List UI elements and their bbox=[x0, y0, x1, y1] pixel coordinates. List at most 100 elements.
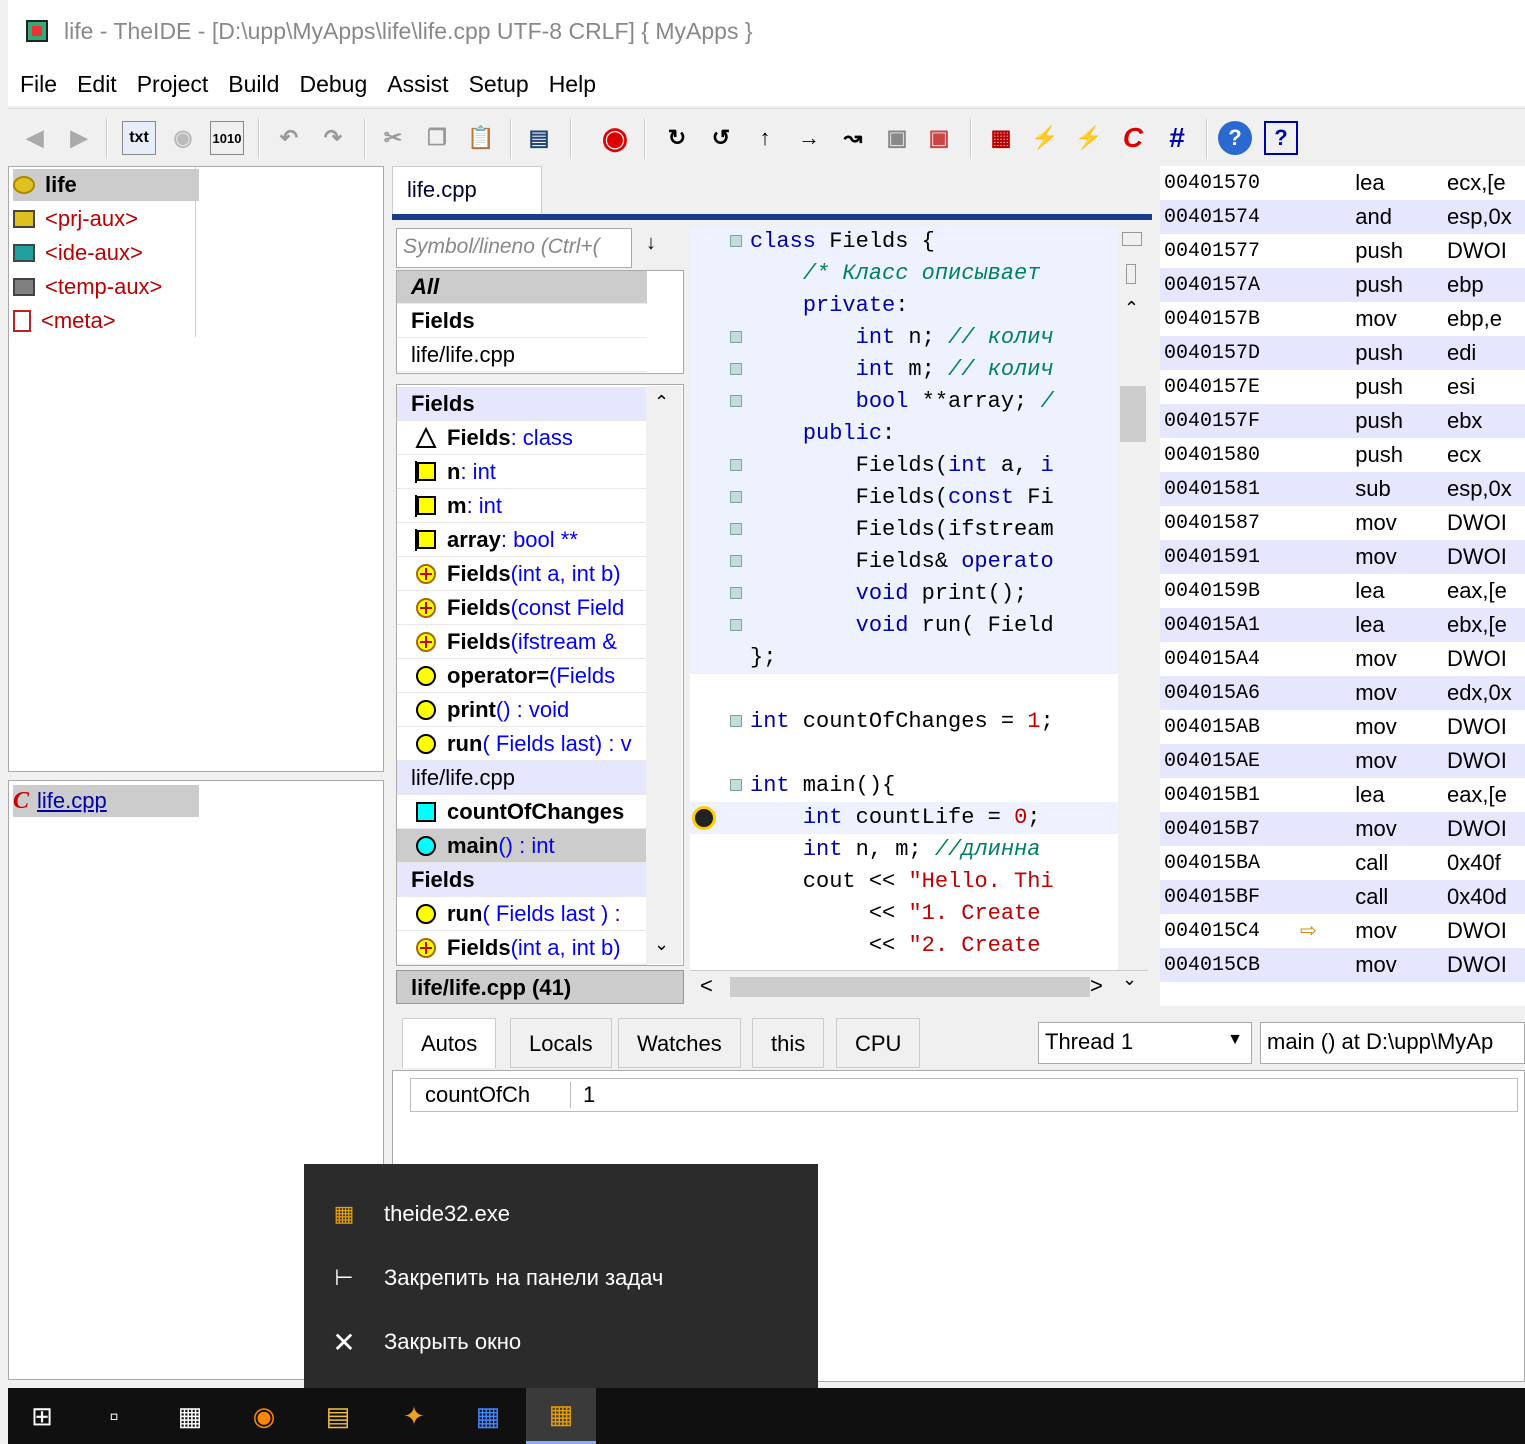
app-bird-icon[interactable]: ✦ bbox=[394, 1396, 434, 1436]
tab-cpu[interactable]: CPU bbox=[836, 1018, 921, 1068]
code-line[interactable]: public: bbox=[690, 418, 1118, 450]
disasm-row[interactable]: 004015BF call 0x40d bbox=[1160, 880, 1525, 914]
package-item-life[interactable]: life bbox=[13, 169, 199, 201]
back-icon[interactable]: ◀ bbox=[18, 121, 52, 155]
disasm-row[interactable]: 004015A6 mov edx,0x bbox=[1160, 676, 1525, 710]
package-item-prj-aux[interactable]: <prj-aux> bbox=[13, 203, 138, 235]
code-line[interactable]: int m; // колич bbox=[690, 354, 1118, 386]
code-line[interactable]: int countLife = 0; bbox=[690, 802, 1118, 834]
paste-icon[interactable]: 📋 bbox=[464, 121, 498, 155]
member-group-header[interactable]: Fields bbox=[397, 387, 647, 421]
fold-marker[interactable] bbox=[730, 555, 742, 567]
member-file-header[interactable]: life/life.cpp bbox=[397, 761, 647, 795]
fold-marker[interactable] bbox=[730, 235, 742, 247]
menu-setup[interactable]: Setup bbox=[469, 71, 529, 98]
fold-marker[interactable] bbox=[730, 587, 742, 599]
disasm-row[interactable]: 00401591 mov DWOI bbox=[1160, 540, 1525, 574]
scroll-up-icon[interactable]: ⌃ bbox=[654, 392, 669, 413]
fold-marker[interactable] bbox=[730, 523, 742, 535]
member-item[interactable]: m : int bbox=[397, 489, 647, 523]
disassembly-view[interactable]: 00401570 lea ecx,[e 00401574 and esp,0x 004015… bbox=[1160, 166, 1525, 1006]
code-line[interactable]: Fields(ifstream bbox=[690, 514, 1118, 546]
fold-marker[interactable] bbox=[730, 459, 742, 471]
scroll-thumb[interactable] bbox=[730, 977, 1090, 997]
fold-marker[interactable] bbox=[730, 395, 742, 407]
member-scrollbar[interactable]: ⌃ ⌄ bbox=[646, 386, 682, 964]
menu-build[interactable]: Build bbox=[228, 71, 279, 98]
fold-marker[interactable] bbox=[730, 363, 742, 375]
tab-this[interactable]: this bbox=[752, 1018, 825, 1068]
menu-item-close[interactable]: ✕ Закрыть окно bbox=[328, 1322, 521, 1362]
code-line[interactable]: void print(); bbox=[690, 578, 1118, 610]
fold-marker[interactable] bbox=[730, 491, 742, 503]
disasm-row[interactable]: 004015C4 ⇨ mov DWOI bbox=[1160, 914, 1525, 948]
book-icon[interactable]: ▦ bbox=[468, 1396, 508, 1436]
fold-marker[interactable] bbox=[730, 331, 742, 343]
menu-item-app[interactable]: ▦ theide32.exe bbox=[328, 1194, 510, 1234]
member-item[interactable]: Fields : class bbox=[397, 421, 647, 455]
code-line[interactable]: cout << "Hello. Thi bbox=[690, 866, 1118, 898]
document-icon[interactable]: ▤ bbox=[522, 121, 556, 155]
code-line[interactable]: }; bbox=[690, 642, 1118, 674]
lightning-icon[interactable]: ⚡ bbox=[1028, 121, 1062, 155]
member-item[interactable]: n : int bbox=[397, 455, 647, 489]
code-line[interactable]: int n; // колич bbox=[690, 322, 1118, 354]
disasm-row[interactable]: 004015CB mov DWOI bbox=[1160, 948, 1525, 982]
code-line[interactable]: bool **array; / bbox=[690, 386, 1118, 418]
set-ip-icon[interactable]: ↝ bbox=[836, 121, 870, 155]
code-editor[interactable]: class Fields { /* Класс описывает privat… bbox=[690, 226, 1118, 970]
disasm-row[interactable]: 0040157D push edi bbox=[1160, 336, 1525, 370]
symbol-search-input[interactable]: Symbol/lineno (Ctrl+( bbox=[396, 228, 632, 268]
disasm-row[interactable]: 00401574 and esp,0x bbox=[1160, 200, 1525, 234]
menu-help[interactable]: Help bbox=[549, 71, 596, 98]
code-line[interactable]: int n, m; //длинна bbox=[690, 834, 1118, 866]
code-line[interactable]: /* Класс описывает bbox=[690, 258, 1118, 290]
menu-file[interactable]: File bbox=[20, 71, 57, 98]
breakpoint-icon[interactable]: ▣ bbox=[880, 121, 914, 155]
scope-item-fields[interactable]: Fields bbox=[397, 305, 647, 338]
fold-marker[interactable] bbox=[730, 715, 742, 727]
code-line[interactable]: class Fields { bbox=[690, 226, 1118, 258]
fold-marker[interactable] bbox=[730, 619, 742, 631]
c-icon[interactable]: C bbox=[1116, 121, 1150, 155]
frame-select[interactable]: main () at D:\upp\MyAp bbox=[1260, 1022, 1525, 1064]
help-circle-icon[interactable]: ? bbox=[1218, 121, 1252, 155]
menu-edit[interactable]: Edit bbox=[77, 71, 117, 98]
step-into-icon[interactable]: ↺ bbox=[704, 121, 738, 155]
member-item[interactable]: Fields (int a, int b) bbox=[397, 557, 647, 591]
package-item-ide-aux[interactable]: <ide-aux> bbox=[13, 237, 143, 269]
tab-watches[interactable]: Watches bbox=[618, 1018, 741, 1068]
scroll-thumb[interactable] bbox=[1120, 386, 1146, 442]
member-item[interactable]: run( Fields last ) : bbox=[397, 897, 647, 931]
file-item-life-cpp[interactable]: C life.cpp bbox=[13, 785, 199, 817]
clear-breakpoints-icon[interactable]: ▣ bbox=[922, 121, 956, 155]
disasm-row[interactable]: 0040157B mov ebp,e bbox=[1160, 302, 1525, 336]
member-item[interactable]: operator= (Fields bbox=[397, 659, 647, 693]
member-group-header[interactable]: Fields bbox=[397, 863, 647, 897]
disasm-row[interactable]: 004015A4 mov DWOI bbox=[1160, 642, 1525, 676]
variable-row[interactable]: countOfCh 1 bbox=[410, 1078, 1518, 1112]
package-item-temp-aux[interactable]: <temp-aux> bbox=[13, 271, 162, 303]
cut-icon[interactable]: ✂ bbox=[376, 121, 410, 155]
split-icon[interactable] bbox=[1122, 232, 1142, 246]
disasm-row[interactable]: 0040157F push ebx bbox=[1160, 404, 1525, 438]
forward-icon[interactable]: ▶ bbox=[62, 121, 96, 155]
code-line[interactable]: int main(){ bbox=[690, 770, 1118, 802]
member-item[interactable]: Fields (ifstream & bbox=[397, 625, 647, 659]
member-item[interactable]: Fields (int a, int b) bbox=[397, 931, 647, 965]
disasm-row[interactable]: 00401570 lea ecx,[e bbox=[1160, 166, 1525, 200]
disasm-row[interactable]: 0040157E push esi bbox=[1160, 370, 1525, 404]
task-view-icon[interactable]: ▫ bbox=[94, 1396, 134, 1436]
member-item[interactable]: print() : void bbox=[397, 693, 647, 727]
tab-locals[interactable]: Locals bbox=[510, 1018, 612, 1068]
sort-icon[interactable]: ↓ bbox=[646, 232, 676, 262]
code-scrollbar[interactable]: ⌃ ⌄ bbox=[1118, 226, 1148, 996]
package-item-meta[interactable]: <meta> bbox=[13, 305, 116, 337]
member-item[interactable]: run( Fields last) : v bbox=[397, 727, 647, 761]
calculator-icon[interactable]: ▦ bbox=[170, 1396, 210, 1436]
code-line[interactable]: int countOfChanges = 1; bbox=[690, 706, 1118, 738]
menu-debug[interactable]: Debug bbox=[299, 71, 367, 98]
disasm-row[interactable]: 00401587 mov DWOI bbox=[1160, 506, 1525, 540]
disasm-row[interactable]: 0040157A push ebp bbox=[1160, 268, 1525, 302]
disasm-row[interactable]: 004015A1 lea ebx,[e bbox=[1160, 608, 1525, 642]
